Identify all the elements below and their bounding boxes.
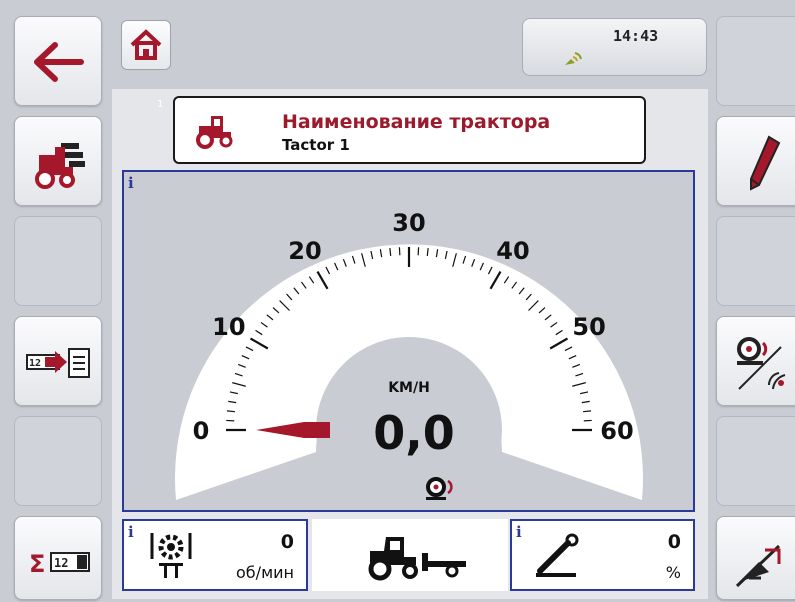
speed-unit: KM/H [388,380,430,396]
counter-to-list-icon: 12 [26,348,90,378]
tractor-list-button[interactable] [14,116,102,206]
clock-time: 14:43 [613,27,659,45]
speedometer-panel[interactable]: i 0 10 20 30 40 50 60 KM/H 0,0 [122,170,695,512]
totals-counter-button[interactable]: Σ 12 [14,516,102,600]
gauge-label-50: 50 [572,313,605,341]
calibration-button[interactable] [716,516,795,600]
tractor-index: 1 [157,99,164,110]
gauge-minor-tick [226,410,236,413]
gauge-minor-tick [389,247,392,257]
gauge-label-40: 40 [496,237,529,265]
tractor-hitch-panel [312,519,508,591]
speedometer-gauge: 0 10 20 30 40 50 60 KM/H 0,0 [175,209,643,510]
tractor-name-value: Tactor 1 [282,136,350,154]
hitch-position-panel[interactable]: i 0 % [510,519,695,591]
home-icon [130,29,162,60]
hitch-position-icon [536,533,579,577]
sum-counter-icon: Σ 12 [29,550,90,578]
pto-gear-icon [150,533,192,578]
terminal-screen: 12 Σ 12 14:43 1 Наименование трактора Ta… [0,0,795,602]
status-clock: 14:43 [522,18,707,76]
gauge-label-20: 20 [288,237,321,265]
hitch-position-unit: % [665,563,681,582]
tractor-data-button[interactable]: 12 [14,316,102,406]
hitch-position-value: 0 [667,531,681,553]
svg-text:12: 12 [29,358,41,369]
tractor-icon [196,116,233,149]
speed-source-button[interactable] [716,316,795,406]
gauge-minor-tick [426,247,429,257]
empty-right-1 [716,16,795,106]
gauge-minor-tick [582,410,592,413]
gauge-label-10: 10 [212,313,245,341]
pto-speed-value: 0 [280,531,294,553]
svg-text:12: 12 [54,556,68,570]
tractor-name-label: Наименование трактора [282,111,551,133]
speed-value: 0,0 [373,406,455,460]
wheel-radar-icon [737,337,786,390]
pto-info-icon[interactable]: i [128,523,134,541]
home-button[interactable] [121,20,171,70]
gauge-label-30: 30 [392,209,425,237]
empty-right-3 [716,216,795,306]
pto-speed-panel[interactable]: i 0 об/мин [122,519,308,591]
edit-button[interactable] [716,116,795,206]
pto-speed-unit: об/мин [236,563,294,582]
gauge-label-60: 60 [600,417,633,445]
empty-right-5 [716,416,795,506]
hitch-info-icon[interactable]: i [516,523,522,541]
back-arrow-icon [34,42,84,82]
tractor-with-hitch-icon [368,537,466,581]
tractor-list-icon [35,143,85,189]
pencil-icon [750,135,781,191]
svg-text:Σ: Σ [29,550,45,578]
empty-left-5 [14,416,102,506]
gauge-label-0: 0 [193,417,210,445]
back-button[interactable] [14,16,102,106]
gps-signal-icon [565,52,582,65]
calibrate-icon [735,544,781,588]
tractor-name-box[interactable]: Наименование трактора Tactor 1 [173,96,646,164]
empty-left-3 [14,216,102,306]
